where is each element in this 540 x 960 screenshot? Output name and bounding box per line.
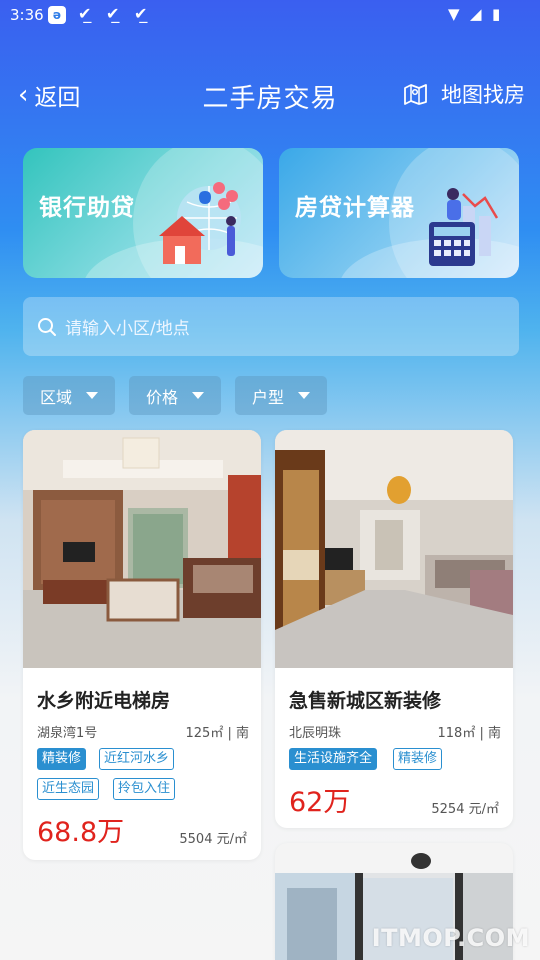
listing-spec: 118㎡ | 南 bbox=[437, 726, 502, 741]
filter-price-label: 价格 bbox=[145, 387, 178, 407]
listing-unit-price: 5504 元/㎡ bbox=[179, 832, 247, 847]
dropdown-arrow-icon bbox=[298, 392, 310, 399]
listing-unit-price: 5254 元/㎡ bbox=[431, 802, 499, 817]
listing-orientation: 南 bbox=[487, 726, 501, 741]
map-find-button[interactable]: 地图找房 bbox=[403, 79, 525, 109]
header: ‹ 返回 二手房交易 地图找房 bbox=[0, 70, 540, 120]
mortgage-calculator-label: 房贷计算器 bbox=[295, 195, 415, 221]
listing-community: 湖泉湾1号 bbox=[37, 726, 98, 741]
filter-price[interactable]: 价格 bbox=[129, 376, 221, 415]
map-find-label: 地图找房 bbox=[441, 83, 525, 107]
listing-photo bbox=[23, 430, 261, 668]
filter-layout-label: 户型 bbox=[251, 387, 284, 407]
search-icon bbox=[38, 317, 56, 336]
dropdown-arrow-icon bbox=[192, 392, 204, 399]
listing-tag: 近生态园 bbox=[37, 778, 100, 800]
watermark: ITMOP.COM bbox=[371, 924, 530, 952]
search-bar[interactable]: 请输入小区/地点 bbox=[23, 297, 519, 356]
mortgage-calculator-card[interactable]: 房贷计算器 bbox=[279, 148, 519, 278]
listing-card[interactable]: 急售新城区新装修 北辰明珠 118㎡ | 南 生活设施齐全 精装修 62万 52… bbox=[275, 430, 513, 828]
status-bar: 3:36 ə ✔̲ ✔̲ ✔̲ ▼ ◢ ▮ bbox=[0, 0, 540, 32]
listing-orientation: 南 bbox=[235, 726, 249, 741]
app-notification-icon: ə bbox=[48, 6, 66, 24]
bank-loan-illustration-icon bbox=[159, 182, 241, 264]
bank-loan-card[interactable]: 银行助贷 bbox=[23, 148, 263, 278]
wifi-icon: ▼ bbox=[448, 5, 460, 23]
listing-area: 118㎡ bbox=[437, 726, 476, 741]
dropdown-arrow-icon bbox=[86, 392, 98, 399]
listing-tag: 近红河水乡 bbox=[99, 748, 175, 770]
listing-price: 62万 bbox=[289, 787, 351, 818]
listing-tag: 生活设施齐全 bbox=[289, 748, 378, 770]
status-time: 3:36 bbox=[10, 6, 44, 24]
listing-title: 水乡附近电梯房 bbox=[37, 690, 171, 712]
download-done-icon: ✔̲ bbox=[106, 4, 120, 23]
listing-title: 急售新城区新装修 bbox=[289, 690, 442, 712]
filter-region-label: 区域 bbox=[39, 387, 72, 407]
map-icon bbox=[404, 84, 427, 105]
download-done-icon: ✔̲ bbox=[134, 4, 148, 23]
listing-area: 125㎡ bbox=[185, 726, 224, 741]
filter-region[interactable]: 区域 bbox=[23, 376, 115, 415]
calculator-illustration-icon bbox=[429, 188, 499, 266]
listing-photo bbox=[275, 430, 513, 668]
download-done-icon: ✔̲ bbox=[78, 4, 92, 23]
filter-layout[interactable]: 户型 bbox=[235, 376, 327, 415]
battery-icon: ▮ bbox=[492, 5, 501, 23]
listing-tag: 精装修 bbox=[37, 748, 87, 770]
listing-spec: 125㎡ | 南 bbox=[185, 726, 250, 741]
listing-community: 北辰明珠 bbox=[289, 726, 342, 741]
bank-loan-label: 银行助贷 bbox=[39, 195, 135, 221]
search-input[interactable]: 请输入小区/地点 bbox=[65, 314, 190, 339]
listing-price: 68.8万 bbox=[37, 817, 125, 848]
signal-icon: ◢ bbox=[470, 5, 482, 23]
listing-tag: 拎包入住 bbox=[113, 778, 176, 800]
listing-card[interactable]: 水乡附近电梯房 湖泉湾1号 125㎡ | 南 精装修 近红河水乡 近生态园 拎包… bbox=[23, 430, 261, 860]
listing-tag: 精装修 bbox=[393, 748, 443, 770]
